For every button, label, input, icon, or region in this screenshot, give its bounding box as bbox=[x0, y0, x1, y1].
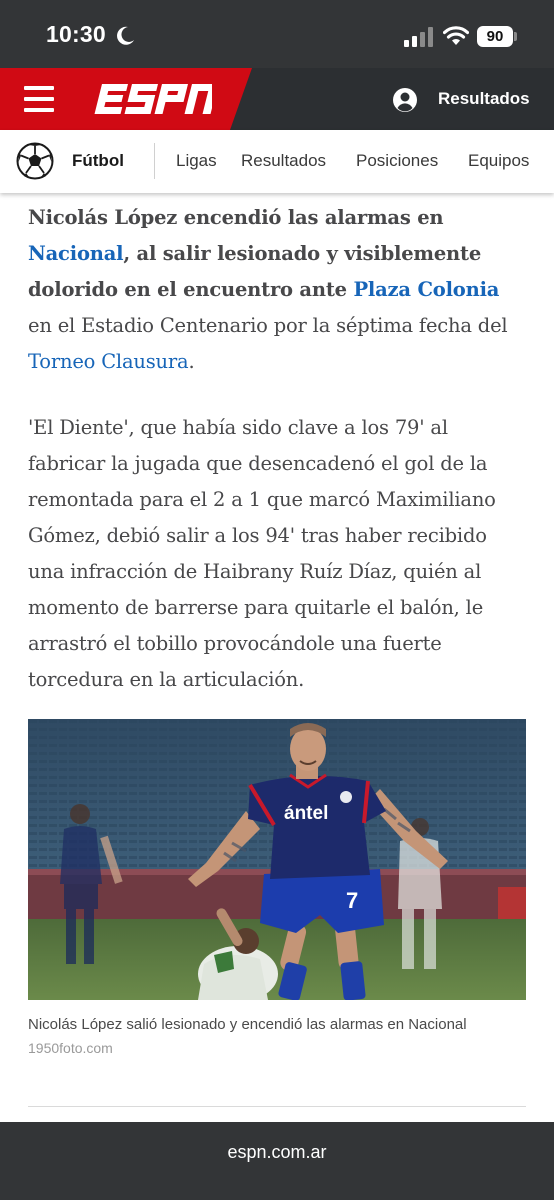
lead-text-4: . bbox=[188, 350, 195, 373]
photo-caption: Nicolás López salió lesionado y encendió… bbox=[28, 1016, 467, 1033]
svg-text:7: 7 bbox=[346, 888, 358, 913]
status-time: 10:30 bbox=[46, 21, 106, 47]
link-nacional[interactable]: Nacional bbox=[28, 242, 124, 265]
nav-link-posiciones[interactable]: Posiciones bbox=[356, 151, 438, 171]
divider bbox=[28, 1106, 526, 1107]
results-link[interactable]: Resultados bbox=[438, 89, 530, 109]
article-photo[interactable]: 7 ántel bbox=[28, 719, 526, 1000]
user-account-icon[interactable] bbox=[392, 87, 418, 113]
signal-icon bbox=[404, 27, 433, 47]
link-torneo-clausura[interactable]: Torneo Clausura bbox=[28, 350, 189, 373]
article-paragraph: 'El Diente', que había sido clave a los … bbox=[28, 416, 496, 691]
wifi-icon bbox=[443, 26, 469, 45]
battery-nub bbox=[514, 32, 517, 41]
article-lead: Nicolás López encendió las alarmas en Na… bbox=[28, 200, 528, 380]
url-text[interactable]: espn.com.ar bbox=[0, 1142, 554, 1163]
jersey-sponsor: ántel bbox=[284, 803, 328, 824]
browser-url-bar[interactable]: espn.com.ar bbox=[0, 1122, 554, 1200]
nav-link-equipos[interactable]: Equipos bbox=[468, 151, 529, 171]
espn-header: Resultados bbox=[0, 68, 554, 130]
photo-credit: 1950foto.com bbox=[28, 1040, 113, 1056]
soccer-ball-icon[interactable] bbox=[16, 142, 54, 180]
lead-text-1: Nicolás López encendió las alarmas en bbox=[28, 206, 444, 229]
espn-logo[interactable] bbox=[94, 84, 212, 114]
moon-icon bbox=[117, 26, 134, 45]
battery-level: 90 bbox=[486, 28, 504, 45]
nav-link-resultados[interactable]: Resultados bbox=[241, 151, 326, 171]
link-plaza-colonia[interactable]: Plaza Colonia bbox=[353, 278, 499, 301]
article-body: Nicolás López encendió las alarmas en Na… bbox=[28, 200, 528, 698]
battery-icon: 90 bbox=[477, 26, 513, 47]
sport-sub-nav: Fútbol Ligas Resultados Posiciones Equip… bbox=[0, 130, 554, 193]
nav-divider bbox=[154, 143, 155, 179]
hamburger-menu-icon[interactable] bbox=[24, 86, 54, 112]
status-bar: 10:30 90 bbox=[0, 0, 554, 68]
nav-link-ligas[interactable]: Ligas bbox=[176, 151, 217, 171]
sport-label[interactable]: Fútbol bbox=[72, 151, 124, 171]
nav-scroll-fade bbox=[528, 130, 554, 193]
lead-text-3: en el Estadio Centenario por la séptima … bbox=[28, 314, 508, 337]
